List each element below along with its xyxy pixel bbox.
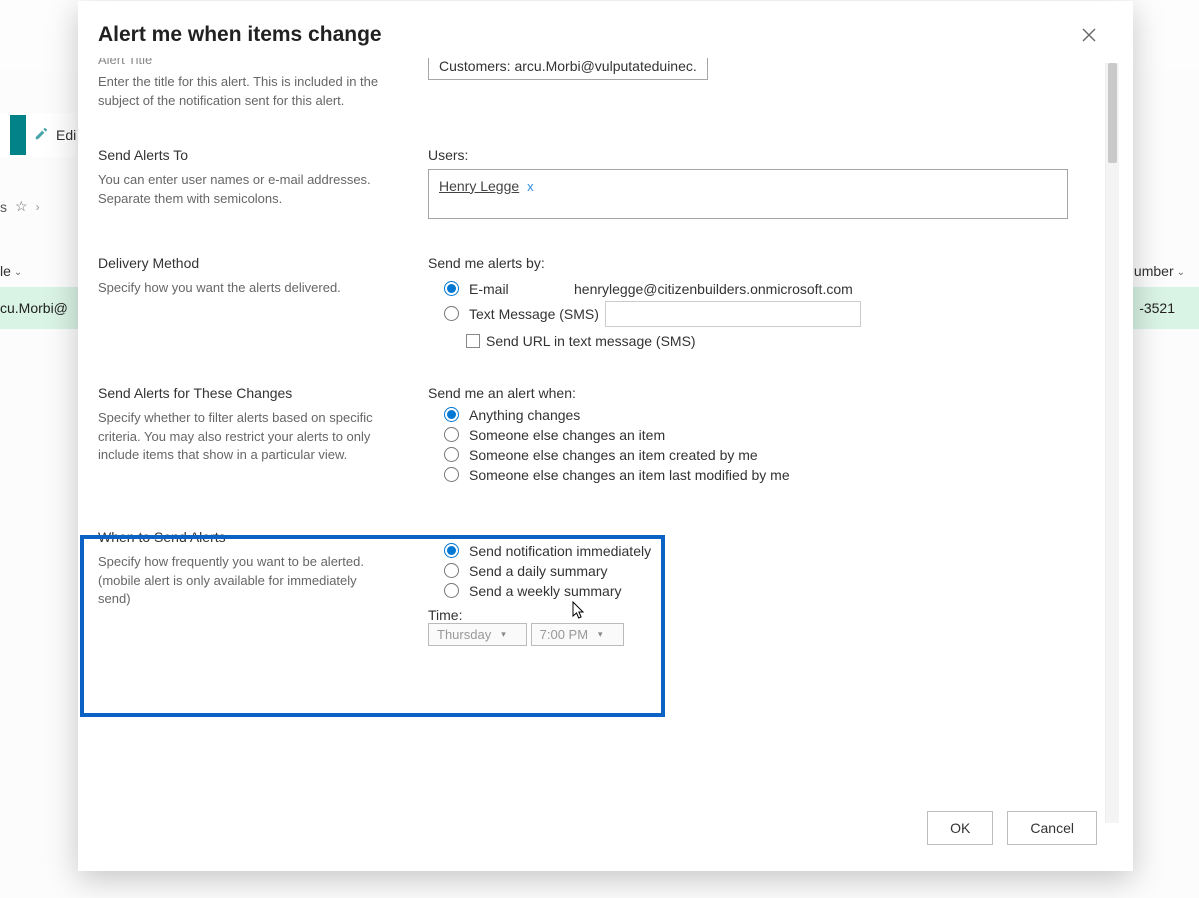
close-icon bbox=[1081, 27, 1097, 43]
alert-title-desc: Enter the title for this alert. This is … bbox=[98, 73, 388, 111]
sms-number-input[interactable] bbox=[605, 301, 861, 327]
delivery-desc: Specify how you want the alerts delivere… bbox=[98, 279, 388, 298]
when-opt-daily[interactable]: Send a daily summary bbox=[444, 563, 1079, 579]
delivery-heading: Delivery Method bbox=[98, 255, 388, 271]
chevron-down-icon: ⌄ bbox=[14, 267, 22, 278]
alert-dialog: Alert me when items change Alert Title E… bbox=[78, 1, 1133, 871]
send-to-desc: You can enter user names or e-mail addre… bbox=[98, 171, 388, 209]
when-desc-2: (mobile alert is only available for imme… bbox=[98, 572, 388, 610]
when-heading: When to Send Alerts bbox=[98, 529, 388, 545]
pencil-icon bbox=[34, 127, 48, 144]
col-header-right: umber⌄ bbox=[1134, 263, 1185, 279]
delivery-label: Send me alerts by: bbox=[428, 255, 1079, 271]
when-opt-weekly[interactable]: Send a weekly summary bbox=[444, 583, 1079, 599]
star-icon: ☆ bbox=[15, 198, 28, 215]
chevron-down-icon: ⌄ bbox=[1177, 267, 1185, 278]
close-button[interactable] bbox=[1073, 23, 1105, 50]
chevron-down-icon: ▾ bbox=[598, 629, 603, 640]
send-url-label: Send URL in text message (SMS) bbox=[486, 333, 696, 349]
chevron-down-icon: ▾ bbox=[501, 629, 506, 640]
ok-button[interactable]: OK bbox=[927, 811, 993, 845]
selection-indicator bbox=[10, 115, 26, 155]
changes-opt-created-by-me[interactable]: Someone else changes an item created by … bbox=[444, 447, 1079, 463]
col-header-left: le⌄ bbox=[0, 263, 22, 279]
row-cell-right: -3521 bbox=[1139, 300, 1175, 316]
changes-opt-else[interactable]: Someone else changes an item bbox=[444, 427, 1079, 443]
row-cell-left: cu.Morbi@ bbox=[0, 300, 68, 316]
user-chip-name: Henry Legge bbox=[439, 178, 519, 194]
cancel-button[interactable]: Cancel bbox=[1007, 811, 1097, 845]
time-label: Time: bbox=[428, 607, 462, 623]
changes-desc: Specify whether to filter alerts based o… bbox=[98, 409, 388, 466]
breadcrumb: s ☆ › bbox=[0, 198, 40, 215]
edit-label: Edi bbox=[56, 127, 76, 143]
alert-title-heading: Alert Title bbox=[98, 58, 388, 67]
users-people-picker[interactable]: Henry Legge x bbox=[428, 169, 1068, 219]
when-opt-immediate[interactable]: Send notification immediately bbox=[444, 543, 1079, 559]
changes-opt-modified-by-me[interactable]: Someone else changes an item last modifi… bbox=[444, 467, 1079, 483]
delivery-sms-radio[interactable]: Text Message (SMS) bbox=[444, 306, 599, 322]
delivery-sms-radio-input[interactable] bbox=[444, 306, 459, 321]
when-desc-1: Specify how frequently you want to be al… bbox=[98, 553, 388, 572]
delivery-email-radio[interactable]: E-mail bbox=[444, 281, 574, 297]
chevron-right-icon: › bbox=[36, 200, 40, 214]
changes-label: Send me an alert when: bbox=[428, 385, 1079, 401]
delivery-email-value: henrylegge@citizenbuilders.onmicrosoft.c… bbox=[574, 281, 853, 297]
time-hour-select[interactable]: 7:00 PM▾ bbox=[531, 623, 624, 646]
user-chip-remove[interactable]: x bbox=[527, 179, 534, 194]
users-label: Users: bbox=[428, 147, 1079, 163]
time-day-select[interactable]: Thursday▾ bbox=[428, 623, 527, 646]
delivery-email-radio-input[interactable] bbox=[444, 281, 459, 296]
alert-title-input[interactable]: Customers: arcu.Morbi@vulputateduinec. bbox=[428, 58, 708, 80]
send-url-checkbox[interactable] bbox=[466, 334, 480, 348]
send-to-heading: Send Alerts To bbox=[98, 147, 388, 163]
changes-opt-anything[interactable]: Anything changes bbox=[444, 407, 1079, 423]
command-bar: Edi bbox=[0, 113, 76, 157]
dialog-title: Alert me when items change bbox=[98, 23, 382, 47]
breadcrumb-segment: s bbox=[0, 199, 7, 215]
changes-heading: Send Alerts for These Changes bbox=[98, 385, 388, 401]
